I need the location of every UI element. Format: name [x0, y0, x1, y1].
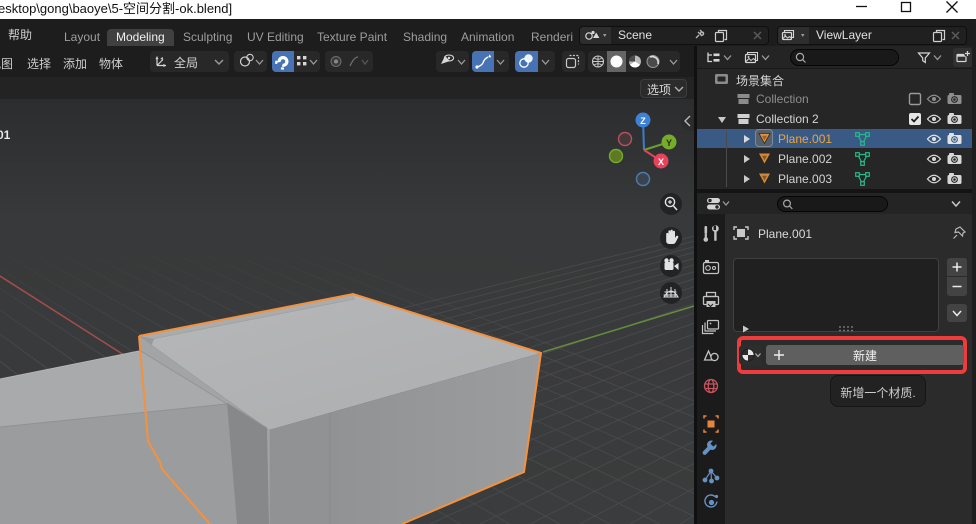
- svg-text:Y: Y: [666, 138, 672, 148]
- svg-text:Z: Z: [640, 116, 646, 126]
- svg-text:X: X: [658, 157, 664, 167]
